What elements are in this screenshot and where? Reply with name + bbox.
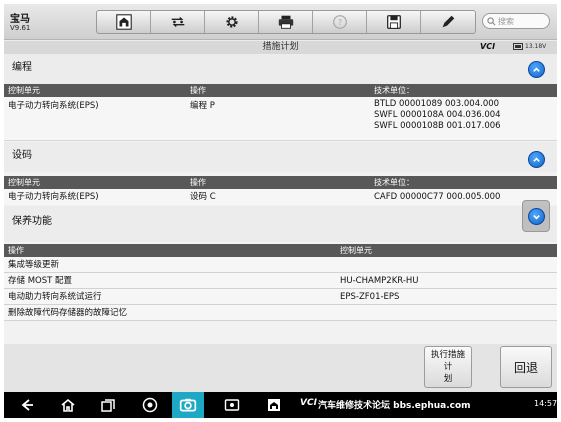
control-unit-cell: 电子动力转向系统(EPS) bbox=[8, 101, 99, 111]
table-row[interactable]: 电子动力转向系统(EPS) 设码 C CAFD 00000C77 000.005… bbox=[4, 189, 557, 205]
operation-cell: 删除故障代码存储器的故障记忆 bbox=[8, 308, 128, 318]
maintenance-column-headers: 操作 控制单元 bbox=[4, 244, 557, 257]
execute-plan-label: 执行措施计 划 bbox=[427, 349, 469, 385]
save-icon bbox=[386, 15, 401, 29]
software-version: V9.61 bbox=[10, 24, 31, 32]
operation-cell: 存储 MOST 配置 bbox=[8, 276, 73, 286]
battery-voltage: 13.18V bbox=[513, 43, 546, 50]
column-header: 控制单元 bbox=[8, 86, 40, 95]
home-icon bbox=[61, 398, 75, 412]
label-line: 划 bbox=[443, 374, 453, 384]
home-button[interactable] bbox=[97, 11, 151, 33]
list-item[interactable]: 删除故障代码存储器的故障记忆 bbox=[4, 305, 557, 321]
tech-unit-cell: SWFL 0000108A 004.036.004 bbox=[374, 110, 501, 120]
column-header: 控制单元 bbox=[8, 178, 40, 187]
chevron-up-icon bbox=[533, 67, 540, 72]
gear-icon bbox=[225, 16, 238, 28]
operation-cell: 编程 P bbox=[190, 101, 215, 111]
page-title: 措施计划 bbox=[262, 42, 299, 52]
operation-cell: 设码 C bbox=[190, 192, 216, 202]
tech-unit-cell: SWFL 0000108B 001.017.006 bbox=[374, 121, 501, 131]
watermark-text: 汽车维修技术论坛 bbs.ephua.com bbox=[318, 401, 471, 411]
print-icon bbox=[278, 15, 293, 29]
column-header: 操作 bbox=[190, 86, 206, 95]
edit-button[interactable] bbox=[421, 11, 475, 33]
column-header: 技术单位： bbox=[374, 86, 414, 95]
programming-column-headers: 控制单元 操作 技术单位： bbox=[4, 84, 557, 97]
back-arrow-icon bbox=[21, 399, 33, 411]
chrome-icon bbox=[142, 397, 158, 413]
clock: 14:57 bbox=[534, 399, 557, 408]
help-icon: ? bbox=[332, 15, 347, 29]
nav-back-button[interactable] bbox=[18, 396, 38, 414]
operation-cell: 电动助力转向系统试运行 bbox=[8, 292, 102, 302]
save-button[interactable] bbox=[367, 11, 421, 33]
top-bar: 宝马 V9.61 ? 搜索 bbox=[4, 4, 557, 40]
section-title: 设码 bbox=[12, 150, 32, 161]
print-button[interactable] bbox=[259, 11, 313, 33]
collapse-button[interactable] bbox=[527, 207, 545, 225]
toolbar: ? bbox=[96, 10, 476, 34]
section-title: 保养功能 bbox=[12, 216, 52, 227]
home-icon bbox=[115, 14, 132, 30]
operation-cell: 集成等级更新 bbox=[8, 260, 60, 270]
recents-icon bbox=[101, 399, 115, 412]
system-nav-bar: VCI 汽车维修技术论坛 bbs.ephua.com 14:57 bbox=[4, 392, 557, 418]
label-line: 执行措施计 bbox=[430, 350, 465, 372]
list-item[interactable]: 集成等级更新 bbox=[4, 257, 557, 273]
column-header: 操作 bbox=[190, 178, 206, 187]
search-input[interactable]: 搜索 bbox=[482, 13, 550, 29]
voltage-value: 13.18V bbox=[525, 43, 547, 50]
list-item[interactable]: 电动助力转向系统试运行 EPS-ZF01-EPS bbox=[4, 289, 557, 305]
nav-dual-screen-button[interactable] bbox=[222, 396, 242, 414]
nav-browser-button[interactable] bbox=[140, 396, 160, 414]
column-header: 操作 bbox=[8, 246, 24, 255]
title-bar: 措施计划 VCI 13.18V bbox=[4, 41, 557, 54]
app-screen: 宝马 V9.61 ? 搜索 措施计划 VCI 13.18V 编程 控制单元 操作… bbox=[4, 4, 557, 418]
tech-unit-cell: BTLD 00001089 003.004.000 bbox=[374, 99, 500, 109]
control-unit-cell: 电子动力转向系统(EPS) bbox=[8, 192, 99, 202]
back-button[interactable]: 回退 bbox=[500, 346, 552, 388]
search-icon bbox=[487, 16, 496, 25]
control-unit-cell: HU-CHAMP2KR-HU bbox=[340, 276, 419, 286]
vehicle-brand: 宝马 bbox=[10, 14, 30, 25]
search-placeholder: 搜索 bbox=[498, 16, 514, 26]
vehicle-swap-icon bbox=[171, 16, 184, 28]
settings-button[interactable] bbox=[205, 11, 259, 33]
table-row[interactable]: 电子动力转向系统(EPS) 编程 P BTLD 00001089 003.004… bbox=[4, 97, 557, 141]
chevron-down-icon bbox=[532, 214, 540, 219]
nav-home-button[interactable] bbox=[58, 396, 78, 414]
nav-vci-indicator: VCI bbox=[300, 398, 317, 408]
column-header: 控制单元 bbox=[340, 246, 372, 255]
control-unit-cell: EPS-ZF01-EPS bbox=[340, 292, 400, 302]
footer-bar: 执行措施计 划 回退 bbox=[4, 344, 557, 392]
screenshot-button[interactable] bbox=[172, 392, 204, 418]
nav-app-home-button[interactable] bbox=[264, 396, 284, 414]
svg-text:?: ? bbox=[337, 17, 341, 27]
collapse-button[interactable] bbox=[528, 61, 545, 78]
screen-record-icon bbox=[224, 399, 240, 411]
pen-icon bbox=[442, 15, 455, 28]
section-maintenance-header[interactable]: 保养功能 bbox=[4, 206, 557, 242]
coding-column-headers: 控制单元 操作 技术单位： bbox=[4, 176, 557, 189]
battery-icon bbox=[513, 43, 523, 50]
nav-recents-button[interactable] bbox=[98, 396, 118, 414]
chevron-up-icon bbox=[533, 157, 540, 162]
section-title: 编程 bbox=[12, 62, 32, 73]
floating-menu-handle[interactable] bbox=[522, 200, 550, 232]
vci-indicator: VCI bbox=[480, 42, 496, 51]
help-button[interactable]: ? bbox=[313, 11, 367, 33]
section-programming-header[interactable]: 编程 bbox=[4, 54, 557, 84]
home-icon bbox=[268, 399, 280, 411]
column-header: 技术单位： bbox=[374, 178, 414, 187]
vehicle-swap-button[interactable] bbox=[151, 11, 205, 33]
section-coding-header[interactable]: 设码 bbox=[4, 142, 557, 172]
execute-plan-button[interactable]: 执行措施计 划 bbox=[424, 346, 472, 388]
plan-content: 编程 控制单元 操作 技术单位： 电子动力转向系统(EPS) 编程 P BTLD… bbox=[4, 54, 557, 344]
collapse-button[interactable] bbox=[528, 151, 545, 168]
tech-unit-cell: CAFD 00000C77 000.005.000 bbox=[374, 192, 501, 202]
camera-icon bbox=[179, 398, 197, 412]
list-item[interactable]: 存储 MOST 配置 HU-CHAMP2KR-HU bbox=[4, 273, 557, 289]
